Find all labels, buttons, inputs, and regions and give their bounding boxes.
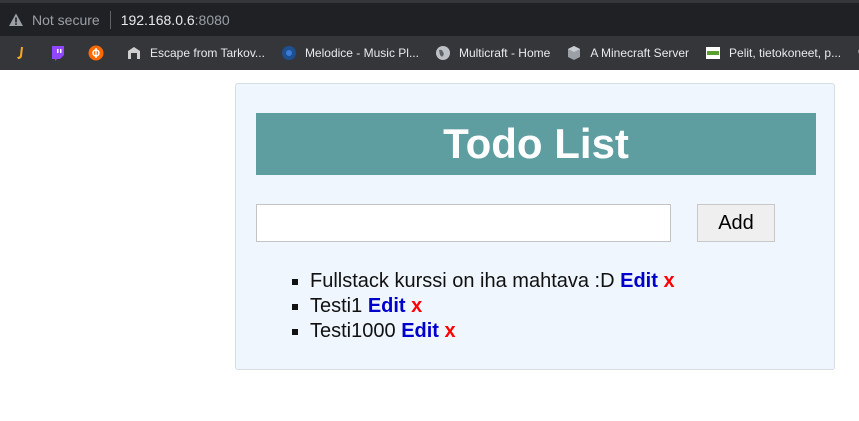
bookmark-j[interactable] bbox=[12, 45, 36, 61]
list-item: Fullstack kurssi on iha mahtava :D Edit … bbox=[310, 269, 675, 294]
bookmark-minecraft[interactable]: A Minecraft Server bbox=[566, 45, 689, 61]
url-port[interactable]: :8080 bbox=[195, 12, 230, 28]
bookmark-label: Melodice - Music Pl... bbox=[304, 46, 419, 60]
bookmark-phi[interactable] bbox=[88, 45, 112, 61]
bookmark-phi-icon bbox=[88, 45, 104, 61]
tarkov-icon bbox=[128, 47, 140, 59]
edit-link[interactable]: Edit bbox=[401, 320, 439, 342]
delete-link[interactable]: x bbox=[663, 270, 674, 292]
todo-text: Fullstack kurssi on iha mahtava :D bbox=[310, 270, 615, 292]
cube-icon bbox=[568, 46, 581, 60]
bookmark-j-icon bbox=[17, 47, 23, 59]
list-item: Testi1 Edit x bbox=[310, 294, 675, 319]
bookmark-multicraft[interactable]: Multicraft - Home bbox=[435, 45, 550, 61]
delete-link[interactable]: x bbox=[445, 320, 456, 342]
globe-icon bbox=[435, 46, 450, 60]
add-button[interactable]: Add bbox=[697, 204, 775, 242]
bookmark-label: A Minecraft Server bbox=[590, 46, 690, 60]
todo-input[interactable] bbox=[256, 204, 671, 242]
bookmark-label: Multicraft - Home bbox=[458, 46, 551, 60]
todo-text: Testi1 bbox=[310, 295, 363, 317]
bookmark-label: Escape from Tarkov... bbox=[150, 46, 265, 60]
bookmark-tarkov[interactable]: Escape from Tarkov... bbox=[126, 45, 265, 61]
edit-link[interactable]: Edit bbox=[620, 270, 658, 292]
list-item: Testi1000 Edit x bbox=[310, 319, 675, 344]
edit-link[interactable]: Edit bbox=[368, 295, 406, 317]
melodice-icon bbox=[281, 46, 296, 60]
delete-link[interactable]: x bbox=[411, 295, 422, 317]
bookmark-melodice[interactable]: Melodice - Music Pl... bbox=[281, 45, 419, 61]
page-title: Todo List bbox=[256, 113, 816, 175]
bookmark-twitch[interactable] bbox=[50, 45, 74, 61]
security-status[interactable]: Not secure bbox=[32, 12, 100, 28]
bookmark-label: Pelit, tietokoneet, p... bbox=[729, 46, 842, 60]
todo-text: Testi1000 bbox=[310, 320, 396, 342]
todo-list: Fullstack kurssi on iha mahtava :D Edit … bbox=[310, 269, 675, 344]
address-divider bbox=[109, 10, 111, 29]
bookmark-pelit[interactable]: Pelit, tietokoneet, p... bbox=[705, 45, 841, 61]
url-host[interactable]: 192.168.0.6 bbox=[121, 12, 195, 28]
warning-triangle-icon bbox=[9, 13, 23, 26]
twitch-icon bbox=[52, 46, 64, 61]
site-icon bbox=[706, 47, 721, 59]
address-bar[interactable]: Not secure 192.168.0.6:8080 bbox=[0, 0, 859, 36]
bookmarks-bar: Escape from Tarkov... Melodice - Music P… bbox=[0, 36, 859, 70]
todo-panel: Todo List Add Fullstack kurssi on iha ma… bbox=[235, 83, 835, 370]
